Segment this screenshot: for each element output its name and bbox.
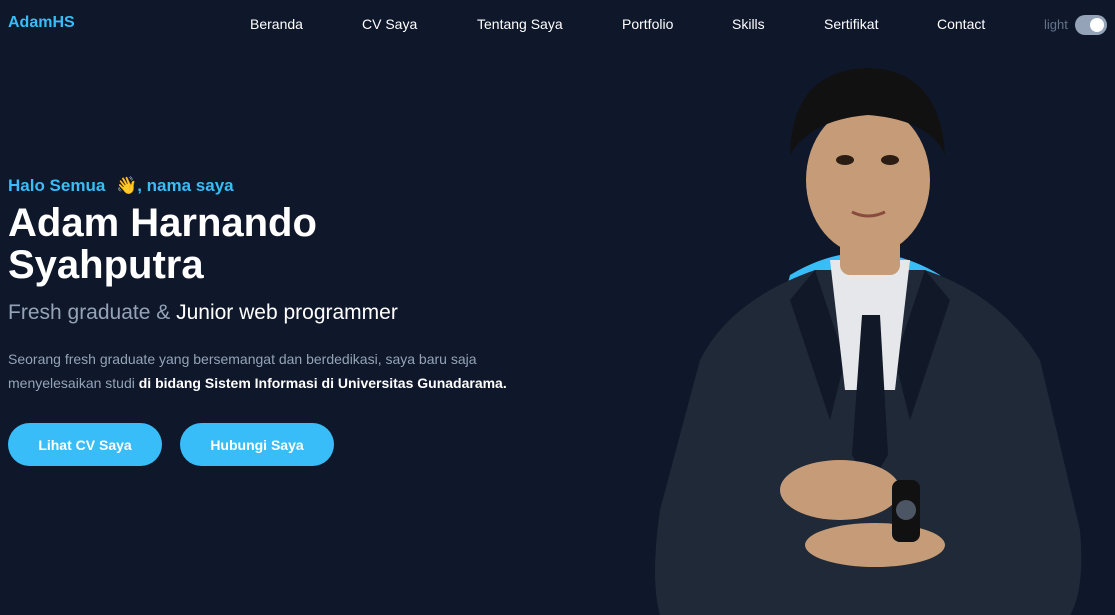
hero-name-line2: Syahputra [8, 243, 204, 287]
role-plain: Fresh graduate & [8, 301, 177, 324]
hero-name-line1: Adam Harnando [8, 201, 317, 245]
nav-link-sertifikat[interactable]: Sertifikat [824, 16, 878, 32]
contact-button[interactable]: Hubungi Saya [180, 423, 334, 466]
nav-link-beranda[interactable]: Beranda [250, 16, 303, 32]
photo-face [806, 105, 930, 255]
view-cv-button[interactable]: Lihat CV Saya [8, 423, 162, 466]
nav-link-contact[interactable]: Contact [937, 16, 985, 32]
nav-link-cv-saya[interactable]: CV Saya [362, 16, 417, 32]
hero-role: Fresh graduate & Junior web programmer [8, 301, 398, 325]
nav-link-portfolio[interactable]: Portfolio [622, 16, 673, 32]
greeting-suffix: , nama saya [137, 176, 234, 195]
hero-greeting: Halo Semua 👋, nama saya [8, 176, 234, 196]
hero-name: Adam Harnando Syahputra [8, 202, 428, 286]
hero-description: Seorang fresh graduate yang bersemangat … [8, 347, 548, 395]
navbar: AdamHS Beranda CV Saya Tentang Saya Port… [0, 0, 1115, 48]
theme-label: light [1044, 17, 1068, 32]
description-highlight: di bidang Sistem Informasi di Universita… [138, 375, 507, 391]
photo-hands [780, 460, 900, 520]
profile-photo [655, 68, 1082, 615]
nav-link-tentang-saya[interactable]: Tentang Saya [477, 16, 563, 32]
role-highlight: Junior web programmer [176, 301, 398, 324]
nav-link-skills[interactable]: Skills [732, 16, 765, 32]
theme-toggle[interactable] [1075, 15, 1107, 35]
brand-logo[interactable]: AdamHS [8, 14, 75, 32]
greeting-prefix: Halo Semua [8, 176, 106, 195]
theme-toggle-knob [1090, 18, 1104, 32]
waving-hand-icon: 👋 [116, 176, 138, 195]
